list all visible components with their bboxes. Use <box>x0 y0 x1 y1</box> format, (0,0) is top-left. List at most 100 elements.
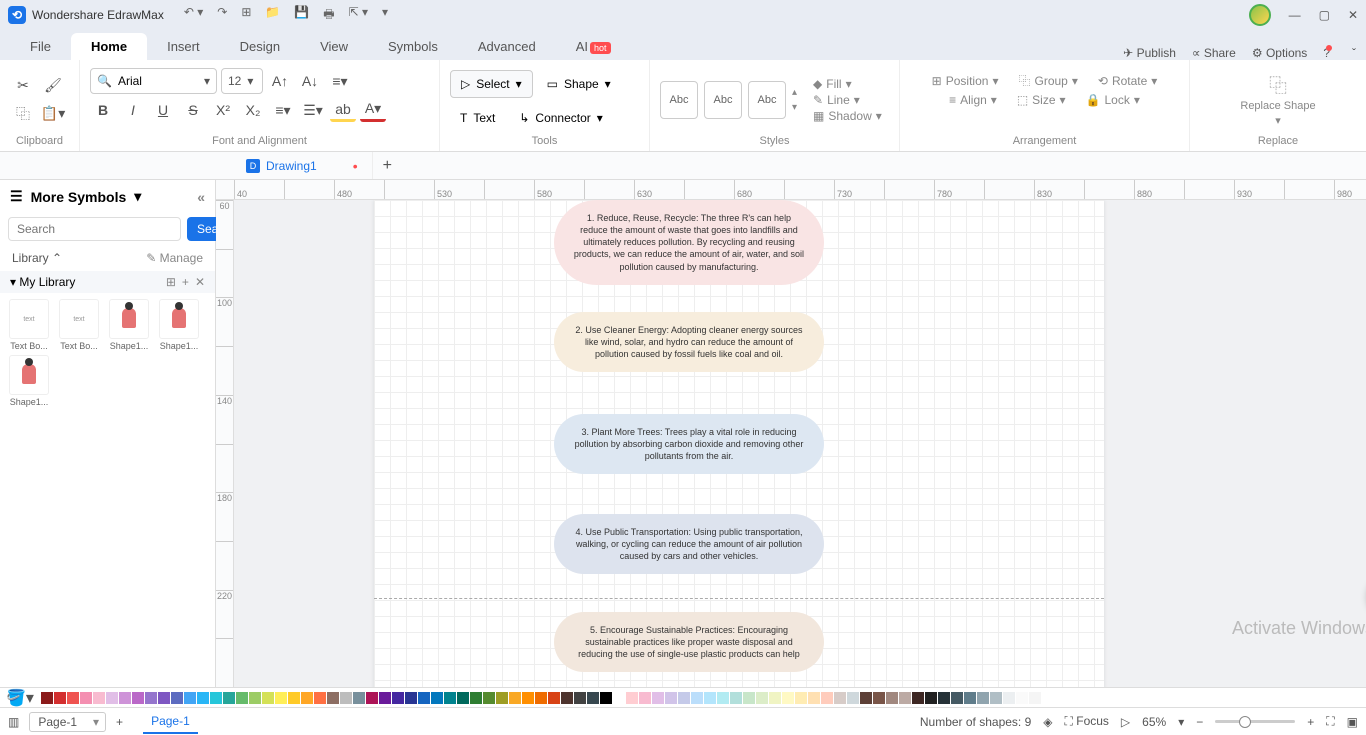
color-swatch[interactable] <box>990 692 1002 704</box>
fill-bucket-icon[interactable]: 🪣▾ <box>6 688 34 708</box>
color-swatch[interactable] <box>652 692 664 704</box>
subscript-icon[interactable]: X₂ <box>240 98 266 122</box>
color-swatch[interactable] <box>665 692 677 704</box>
help-icon[interactable]: ? <box>1323 46 1336 60</box>
color-swatch[interactable] <box>80 692 92 704</box>
color-swatch[interactable] <box>587 692 599 704</box>
color-swatch[interactable] <box>847 692 859 704</box>
focus-button[interactable]: ⛶ Focus <box>1065 714 1109 729</box>
shape-2[interactable]: 2. Use Cleaner Energy: Adopting cleaner … <box>554 312 824 372</box>
publish-button[interactable]: ✈ Publish <box>1123 46 1176 60</box>
color-swatch[interactable] <box>912 692 924 704</box>
shape-tool[interactable]: ▭ Shape ▾ <box>537 70 621 98</box>
lib-item-3[interactable]: Shape1... <box>106 299 152 351</box>
lock-button[interactable]: 🔒 Lock▾ <box>1086 93 1140 107</box>
zoom-slider[interactable] <box>1215 720 1295 723</box>
collapse-sidebar-icon[interactable]: « <box>197 189 205 205</box>
color-swatch[interactable] <box>821 692 833 704</box>
bold-icon[interactable]: B <box>90 98 116 122</box>
page[interactable]: 1. Reduce, Reuse, Recycle: The three R's… <box>374 200 1104 687</box>
color-swatch[interactable] <box>548 692 560 704</box>
replace-shape-button[interactable]: ⿻ Replace Shape ▾ <box>1232 68 1323 131</box>
menu-advanced[interactable]: Advanced <box>458 33 556 60</box>
color-swatch[interactable] <box>197 692 209 704</box>
shape-4[interactable]: 4. Use Public Transportation: Using publ… <box>554 514 824 574</box>
color-swatch[interactable] <box>353 692 365 704</box>
color-swatch[interactable] <box>145 692 157 704</box>
color-swatch[interactable] <box>639 692 651 704</box>
color-swatch[interactable] <box>704 692 716 704</box>
color-swatch[interactable] <box>379 692 391 704</box>
menu-ai[interactable]: AIhot <box>556 33 631 60</box>
color-swatch[interactable] <box>418 692 430 704</box>
color-swatch[interactable] <box>210 692 222 704</box>
color-swatch[interactable] <box>717 692 729 704</box>
color-swatch[interactable] <box>600 692 612 704</box>
save-icon[interactable]: 💾 <box>294 5 309 26</box>
color-swatch[interactable] <box>275 692 287 704</box>
color-swatch[interactable] <box>431 692 443 704</box>
menu-view[interactable]: View <box>300 33 368 60</box>
color-swatch[interactable] <box>951 692 963 704</box>
color-swatch[interactable] <box>41 692 53 704</box>
style-up-icon[interactable]: ▴ <box>792 87 797 98</box>
print-icon[interactable]: 🖶 <box>323 5 334 26</box>
page-layout-icon[interactable]: ▥ <box>8 715 19 729</box>
user-avatar[interactable] <box>1249 4 1271 26</box>
canvas[interactable]: 1. Reduce, Reuse, Recycle: The three R's… <box>234 200 1366 687</box>
color-swatch[interactable] <box>860 692 872 704</box>
paste-icon[interactable]: 📋▾ <box>40 102 66 126</box>
zoom-out-button[interactable]: − <box>1196 715 1203 729</box>
menu-home[interactable]: Home <box>71 33 147 60</box>
color-swatch[interactable] <box>288 692 300 704</box>
color-swatch[interactable] <box>769 692 781 704</box>
lib-item-4[interactable]: Shape1... <box>156 299 202 351</box>
color-swatch[interactable] <box>873 692 885 704</box>
color-swatch[interactable] <box>795 692 807 704</box>
page-tab[interactable]: Page-1 <box>143 710 198 734</box>
color-swatch[interactable] <box>977 692 989 704</box>
mylib-toggle[interactable]: ▾ My Library <box>10 275 75 289</box>
lib-view-icon[interactable]: ⊞ <box>166 275 176 289</box>
underline-icon[interactable]: U <box>150 98 176 122</box>
color-swatch[interactable] <box>236 692 248 704</box>
color-swatch[interactable] <box>574 692 586 704</box>
new-icon[interactable]: ⊞ <box>241 5 251 26</box>
export-icon[interactable]: ⇱ ▾ <box>349 5 368 26</box>
shape-3[interactable]: 3. Plant More Trees: Trees play a vital … <box>554 414 824 474</box>
layers-icon[interactable]: ◈ <box>1043 715 1052 729</box>
color-swatch[interactable] <box>158 692 170 704</box>
style-preset-3[interactable]: Abc <box>748 81 786 119</box>
zoom-level[interactable]: 65% <box>1142 715 1166 729</box>
color-swatch[interactable] <box>223 692 235 704</box>
manage-link[interactable]: ✎ Manage <box>146 251 203 265</box>
lib-item-2[interactable]: textText Bo... <box>56 299 102 351</box>
collapse-ribbon-icon[interactable]: ˇ <box>1352 46 1356 60</box>
color-swatch[interactable] <box>678 692 690 704</box>
text-tool[interactable]: T Text <box>450 104 505 132</box>
color-swatch[interactable] <box>54 692 66 704</box>
color-swatch[interactable] <box>1029 692 1041 704</box>
color-swatch[interactable] <box>691 692 703 704</box>
color-swatch[interactable] <box>834 692 846 704</box>
color-swatch[interactable] <box>782 692 794 704</box>
menu-insert[interactable]: Insert <box>147 33 220 60</box>
fullscreen-icon[interactable]: ▣ <box>1347 715 1358 729</box>
style-preset-1[interactable]: Abc <box>660 81 698 119</box>
color-swatch[interactable] <box>730 692 742 704</box>
add-page-button[interactable]: + <box>116 715 123 729</box>
font-size-select[interactable]: 12 ▾ <box>221 68 263 94</box>
color-swatch[interactable] <box>106 692 118 704</box>
shadow-button[interactable]: ▦ Shadow ▾ <box>813 109 882 123</box>
fit-page-icon[interactable]: ⛶ <box>1326 714 1334 729</box>
color-swatch[interactable] <box>314 692 326 704</box>
color-swatch[interactable] <box>561 692 573 704</box>
increase-font-icon[interactable]: A↑ <box>267 69 293 93</box>
color-swatch[interactable] <box>366 692 378 704</box>
color-swatch[interactable] <box>470 692 482 704</box>
color-swatch[interactable] <box>743 692 755 704</box>
menu-design[interactable]: Design <box>220 33 300 60</box>
color-swatch[interactable] <box>756 692 768 704</box>
group-button[interactable]: ⿻ Group▾ <box>1018 72 1077 89</box>
color-swatch[interactable] <box>1016 692 1028 704</box>
